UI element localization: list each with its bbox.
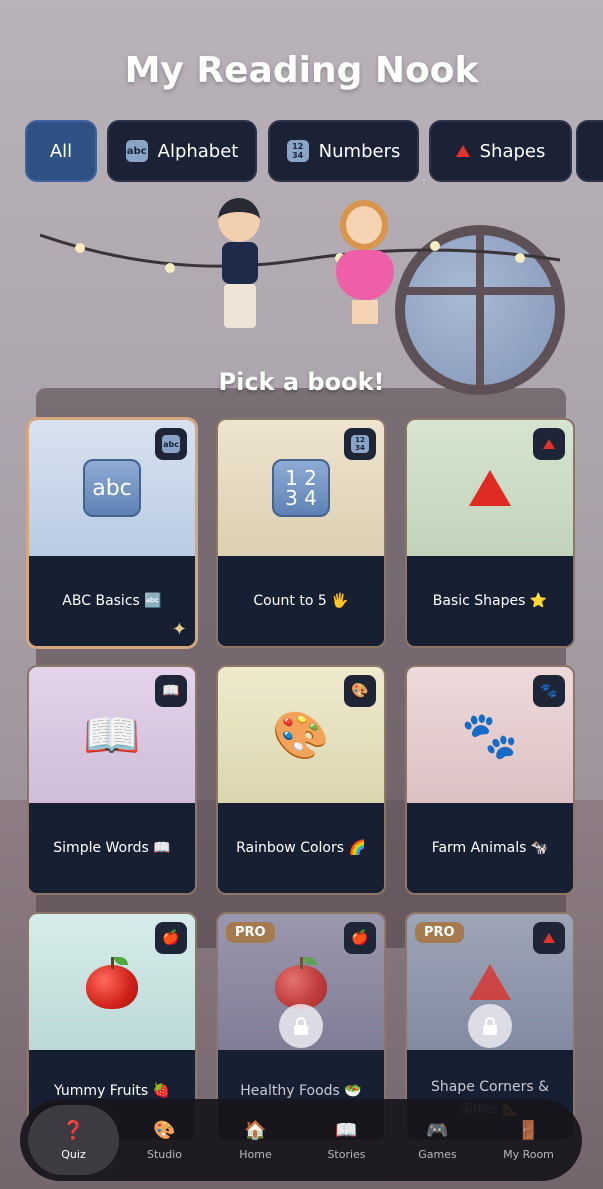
red-triangle-icon	[533, 428, 565, 460]
tab-label: Numbers	[318, 140, 401, 162]
tab-alphabet[interactable]: abc Alphabet	[107, 120, 257, 182]
numbers-1234-icon: 12 34	[286, 140, 309, 162]
girl-character	[330, 200, 400, 330]
red-triangle-icon	[533, 922, 565, 954]
question-book-icon: ❓	[62, 1120, 85, 1141]
nav-label: Stories	[327, 1147, 366, 1161]
nav-label: Studio	[146, 1147, 183, 1161]
palette-icon: 🎨	[344, 675, 376, 707]
tab-label: Alphabet	[157, 140, 239, 162]
tab-label: All	[49, 140, 73, 162]
gamepad-icon: 🎮	[426, 1120, 449, 1141]
red-triangle-icon	[469, 470, 511, 506]
apple-icon: 🍎	[155, 922, 187, 954]
door-icon: 🚪	[517, 1120, 540, 1141]
house-icon: 🏠	[244, 1120, 267, 1141]
page-title: My Reading Nook	[124, 50, 479, 91]
book-card-simple-words[interactable]: 📖 📖 Simple Words 📖	[27, 665, 197, 895]
book-title: Simple Words 📖	[29, 803, 195, 893]
book-card-rainbow-colors[interactable]: 🎨 🎨 Rainbow Colors 🌈	[216, 665, 386, 895]
abc-icon: abc	[155, 428, 187, 460]
tab-numbers[interactable]: 12 34 Numbers	[268, 120, 419, 182]
book-card-basic-shapes[interactable]: Basic Shapes ⭐	[405, 418, 575, 648]
book-icon: 📖	[335, 1120, 358, 1141]
nav-label: My Room	[503, 1147, 554, 1161]
abc-key-icon: abc	[83, 459, 141, 517]
nav-my-room[interactable]: 🚪 My Room	[483, 1105, 574, 1175]
book-title: Basic Shapes ⭐	[407, 556, 573, 646]
red-triangle-icon	[469, 964, 511, 1000]
bottom-navigation: ❓ Quiz 🎨 Studio 🏠 Home 📖 Stories 🎮 Games…	[20, 1099, 582, 1181]
category-tabs: All abc Alphabet 12 34 Numbers Shapes	[25, 120, 603, 182]
book-card-farm-animals[interactable]: 🐾 🐾 Farm Animals 🐄	[405, 665, 575, 895]
nav-quiz[interactable]: ❓ Quiz	[28, 1105, 119, 1175]
tab-more[interactable]	[576, 120, 603, 182]
numbers-key-icon: 1 23 4	[272, 459, 330, 517]
book-title: Count to 5 🖐	[218, 556, 384, 646]
open-book-icon: 📖	[155, 675, 187, 707]
lock-icon	[279, 1004, 323, 1048]
nav-home[interactable]: 🏠 Home	[210, 1105, 301, 1175]
apple-icon	[275, 957, 327, 1009]
paw-prints-icon: 🐾	[461, 707, 519, 762]
abc-icon: abc	[125, 140, 148, 162]
paw-prints-icon: 🐾	[533, 675, 565, 707]
palette-icon: 🎨	[272, 707, 330, 762]
lock-icon	[468, 1004, 512, 1048]
red-triangle-icon	[455, 145, 470, 157]
book-title: Rainbow Colors 🌈	[218, 803, 384, 893]
tab-all[interactable]: All	[25, 120, 97, 182]
numbers-1234-icon: 12 34	[344, 428, 376, 460]
book-card-count-to-5[interactable]: 1 23 4 12 34 Count to 5 🖐	[216, 418, 386, 648]
nav-games[interactable]: 🎮 Games	[392, 1105, 483, 1175]
book-title: ABC Basics 🔤	[29, 556, 195, 646]
boy-character	[210, 198, 270, 338]
sparkle-icon: ✦	[171, 619, 187, 640]
fairy-lights-string	[40, 233, 560, 273]
pro-badge: PRO	[415, 922, 464, 943]
pro-badge: PRO	[226, 922, 275, 943]
nav-label: Home	[239, 1147, 272, 1161]
tab-shapes[interactable]: Shapes	[429, 120, 572, 182]
open-book-icon: 📖	[83, 707, 141, 762]
apple-icon: 🍎	[344, 922, 376, 954]
apple-icon	[86, 957, 138, 1009]
book-title: Farm Animals 🐄	[407, 803, 573, 893]
pick-a-book-heading: Pick a book!	[218, 368, 385, 396]
tab-label: Shapes	[479, 140, 546, 162]
book-card-abc-basics[interactable]: abc abc ABC Basics 🔤 ✦	[27, 418, 197, 648]
nav-label: Quiz	[61, 1147, 86, 1161]
palette-icon: 🎨	[153, 1120, 176, 1141]
nav-studio[interactable]: 🎨 Studio	[119, 1105, 210, 1175]
nav-label: Games	[418, 1147, 457, 1161]
nav-stories[interactable]: 📖 Stories	[301, 1105, 392, 1175]
